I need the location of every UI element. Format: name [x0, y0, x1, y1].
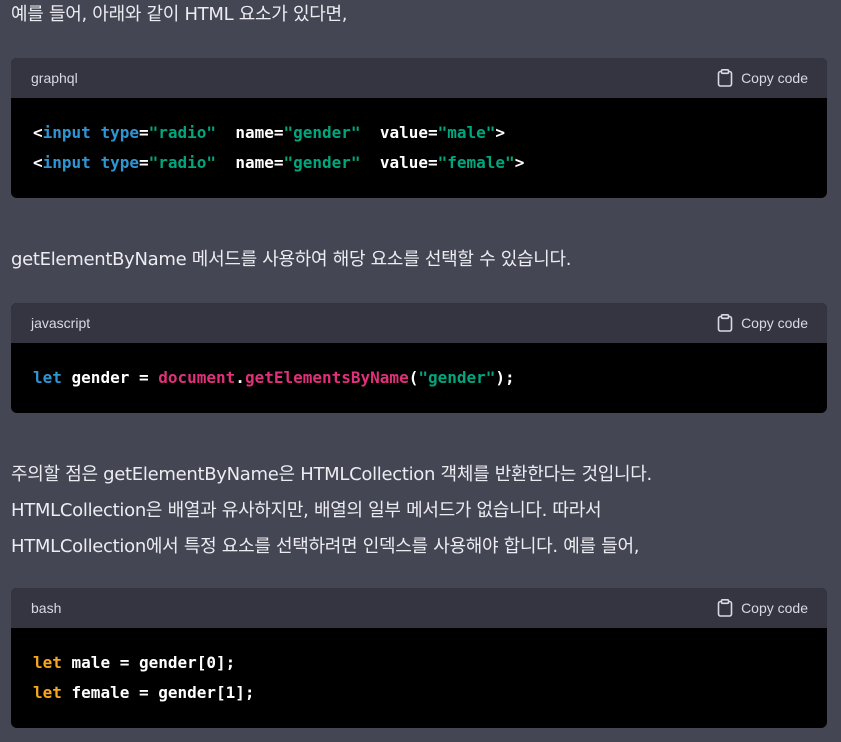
code-token: "gender" — [283, 123, 361, 142]
clipboard-icon — [717, 69, 733, 87]
code-language-label: bash — [31, 600, 62, 616]
code-block-bash: bash Copy code let male = gender[0]; let … — [11, 588, 827, 728]
code-token: male = gender[0]; — [61, 653, 236, 672]
code-language-label: javascript — [31, 315, 91, 331]
clipboard-icon — [717, 314, 733, 332]
clipboard-icon — [717, 599, 733, 617]
paragraph-2: getElementByName 메서드를 사용하여 해당 요소를 선택할 수 … — [11, 242, 572, 278]
code-token: . — [235, 368, 245, 387]
code-token: "radio" — [148, 123, 217, 142]
code-line: <input type="radio" name="gender" value=… — [33, 118, 805, 148]
code-line: let gender = document.getElementsByName(… — [33, 363, 805, 393]
code-block-javascript: javascript Copy code let gender = docume… — [11, 303, 827, 413]
code-token: name= — [216, 153, 284, 172]
code-token: type — [100, 123, 139, 142]
code-token: input — [42, 123, 91, 142]
code-token: "gender" — [418, 368, 496, 387]
code-token: let — [33, 683, 62, 702]
code-token: let — [33, 653, 62, 672]
code-token: let — [33, 368, 62, 387]
paragraph-3: 주의할 점은 getElementByName은 HTMLCollection … — [11, 457, 652, 565]
code-header: javascript Copy code — [11, 303, 827, 343]
code-language-label: graphql — [31, 70, 78, 86]
code-token: "male" — [437, 123, 496, 142]
code-header: graphql Copy code — [11, 58, 827, 98]
code-token: gender = — [61, 368, 159, 387]
code-token: "female" — [437, 153, 515, 172]
code-token: name= — [216, 123, 284, 142]
paragraph-3-line-1: 주의할 점은 getElementByName은 HTMLCollection … — [11, 464, 652, 485]
code-token: < — [33, 153, 43, 172]
code-token: = — [138, 123, 149, 142]
code-line: <input type="radio" name="gender" value=… — [33, 148, 805, 178]
copy-code-button[interactable]: Copy code — [717, 314, 808, 332]
intro-paragraph: 예를 들어, 아래와 같이 HTML 요소가 있다면, — [11, 0, 347, 33]
code-body: let male = gender[0]; let female = gender… — [11, 628, 827, 708]
intro-line-1: 예를 들어, 아래와 같이 HTML 요소가 있다면, — [11, 4, 348, 25]
code-token: input — [42, 153, 91, 172]
code-token: < — [33, 123, 43, 142]
code-token: document — [158, 368, 236, 387]
paragraph-3-line-3: HTMLCollection에서 특정 요소를 선택하려면 인덱스를 사용해야 … — [11, 536, 640, 557]
copy-code-label: Copy code — [741, 315, 808, 331]
copy-code-button[interactable]: Copy code — [717, 599, 808, 617]
code-body: <input type="radio" name="gender" value=… — [11, 98, 827, 178]
code-header: bash Copy code — [11, 588, 827, 628]
code-token: female = gender[1]; — [61, 683, 255, 702]
paragraph-2-line-1: getElementByName 메서드를 사용하여 해당 요소를 선택할 수 … — [11, 249, 572, 270]
code-token: > — [495, 123, 506, 142]
code-token: ); — [495, 368, 515, 387]
copy-code-label: Copy code — [741, 70, 808, 86]
code-line: let female = gender[1]; — [33, 678, 805, 708]
copy-code-button[interactable]: Copy code — [717, 69, 808, 87]
code-block-graphql: graphql Copy code <input type="radio" na… — [11, 58, 827, 198]
code-token: value= — [360, 123, 438, 142]
code-token: getElementsByName — [244, 368, 409, 387]
code-token: ( — [408, 368, 419, 387]
code-token: > — [514, 153, 525, 172]
code-token: type — [100, 153, 139, 172]
code-body: let gender = document.getElementsByName(… — [11, 343, 827, 393]
code-token: value= — [360, 153, 438, 172]
code-token: "gender" — [283, 153, 361, 172]
copy-code-label: Copy code — [741, 600, 808, 616]
code-token: = — [138, 153, 149, 172]
code-token: "radio" — [148, 153, 217, 172]
paragraph-3-line-2: HTMLCollection은 배열과 유사하지만, 배열의 일부 메서드가 없… — [11, 500, 602, 521]
code-line: let male = gender[0]; — [33, 648, 805, 678]
